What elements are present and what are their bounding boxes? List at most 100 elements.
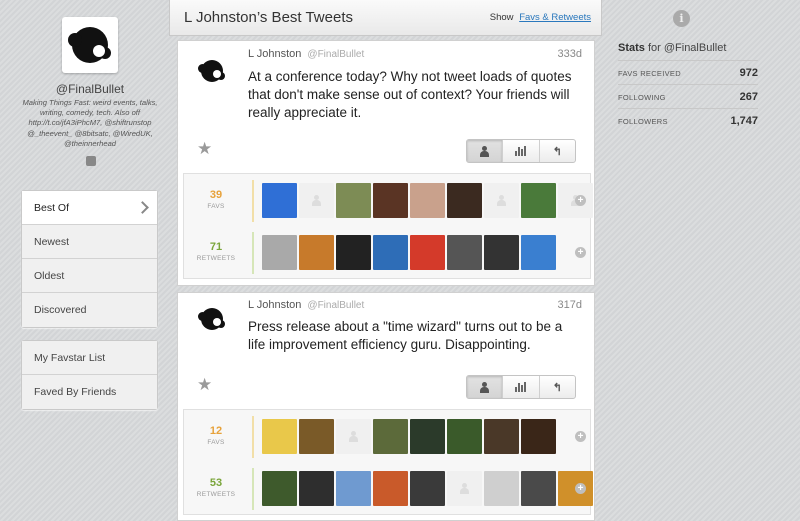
- user-avatar[interactable]: [410, 183, 445, 218]
- favs-count[interactable]: 39: [184, 189, 248, 201]
- main-column: L Johnston’s Best Tweets Show Favs & Ret…: [169, 0, 602, 521]
- user-avatar[interactable]: [336, 235, 371, 270]
- user-avatar[interactable]: [410, 235, 445, 270]
- person-icon: [480, 145, 490, 157]
- people-view-button[interactable]: [467, 140, 504, 162]
- user-avatar[interactable]: [521, 183, 556, 218]
- retweets-avatars: [262, 235, 556, 270]
- user-avatar[interactable]: [521, 419, 556, 454]
- user-avatar[interactable]: [262, 235, 297, 270]
- tweet-view-toggle: ↰: [466, 139, 576, 163]
- star-icon[interactable]: ★: [197, 139, 212, 159]
- favs-row: 39 FAVS +: [184, 176, 593, 226]
- favs-label: FAVS: [207, 203, 225, 210]
- chart-view-button[interactable]: [503, 376, 540, 398]
- nav-group-secondary: My Favstar List Faved By Friends: [21, 340, 158, 410]
- favs-divider: [252, 180, 254, 222]
- avatar-blob-icon: [198, 60, 225, 82]
- user-avatar[interactable]: [373, 183, 408, 218]
- user-avatar[interactable]: [410, 471, 445, 506]
- user-avatar-placeholder[interactable]: [299, 183, 334, 218]
- avatar-blob-icon: [68, 27, 111, 63]
- tweet-view-toggle: ↰: [466, 375, 576, 399]
- tweet-age[interactable]: 333d: [558, 48, 582, 60]
- stat-label: FOLLOWERS: [618, 117, 668, 126]
- user-avatar[interactable]: [299, 235, 334, 270]
- tweet-avatar[interactable]: [196, 303, 228, 335]
- plus-icon[interactable]: +: [575, 483, 586, 494]
- nav-item-newest[interactable]: Newest: [22, 225, 157, 259]
- chart-view-button[interactable]: [503, 140, 540, 162]
- user-avatar[interactable]: [521, 235, 556, 270]
- favs-label: FAVS: [207, 439, 225, 446]
- stats-title-suffix: for @FinalBullet: [647, 42, 727, 54]
- plus-icon[interactable]: +: [575, 431, 586, 442]
- nav-item-discovered[interactable]: Discovered: [22, 293, 157, 327]
- nav-item-label: Faved By Friends: [34, 386, 117, 398]
- star-icon[interactable]: ★: [197, 375, 212, 395]
- user-avatar[interactable]: [373, 235, 408, 270]
- tweet-engagement: 12 FAVS + 53 RETWEETS +: [183, 409, 593, 515]
- user-avatar[interactable]: [484, 235, 519, 270]
- nav-item-best-of[interactable]: Best Of: [22, 191, 157, 225]
- tweet-card: L Johnston @FinalBullet 317d Press releas…: [177, 292, 595, 521]
- user-avatar[interactable]: [299, 471, 334, 506]
- retweets-count[interactable]: 53: [184, 477, 248, 489]
- retweets-count[interactable]: 71: [184, 241, 248, 253]
- nav-group-main: Best Of Newest Oldest Discovered: [21, 190, 158, 328]
- user-avatar[interactable]: [262, 183, 297, 218]
- retweets-label: RETWEETS: [196, 255, 236, 262]
- profile-bio: Making Things Fast: weird events, talks,…: [22, 98, 158, 148]
- user-avatar[interactable]: [447, 235, 482, 270]
- favs-count[interactable]: 12: [184, 425, 248, 437]
- user-avatar[interactable]: [521, 471, 556, 506]
- retweets-divider: [252, 232, 254, 274]
- user-avatar-placeholder[interactable]: [336, 419, 371, 454]
- profile-avatar[interactable]: [62, 17, 118, 73]
- reply-button[interactable]: ↰: [540, 140, 575, 162]
- user-avatar[interactable]: [373, 419, 408, 454]
- user-avatar[interactable]: [410, 419, 445, 454]
- tweet-age[interactable]: 317d: [558, 299, 582, 311]
- reply-button[interactable]: ↰: [540, 376, 575, 398]
- user-avatar[interactable]: [447, 419, 482, 454]
- user-avatar[interactable]: [262, 419, 297, 454]
- show-favs-retweets-link[interactable]: Favs & Retweets: [519, 12, 591, 23]
- user-avatar-placeholder[interactable]: [484, 183, 519, 218]
- avatar-blob-icon: [198, 308, 225, 330]
- user-avatar[interactable]: [447, 183, 482, 218]
- nav-item-my-favstar-list[interactable]: My Favstar List: [22, 341, 157, 375]
- user-avatar[interactable]: [484, 419, 519, 454]
- info-icon[interactable]: i: [673, 10, 690, 27]
- bar-chart-icon: [515, 146, 527, 156]
- favs-avatars: [262, 419, 556, 454]
- tweet-text: At a conference today? Why not tweet loa…: [248, 69, 572, 120]
- stats-title-prefix: Stats: [618, 42, 645, 54]
- stat-favs-received: FAVS RECEIVED 972: [618, 60, 758, 85]
- nav-item-oldest[interactable]: Oldest: [22, 259, 157, 293]
- user-avatar[interactable]: [336, 471, 371, 506]
- user-avatar[interactable]: [336, 183, 371, 218]
- nav-item-faved-by-friends[interactable]: Faved By Friends: [22, 375, 157, 409]
- person-icon: [460, 483, 469, 494]
- people-view-button[interactable]: [467, 376, 504, 398]
- user-avatar-placeholder[interactable]: [447, 471, 482, 506]
- show-filter: Show Favs & Retweets: [490, 12, 591, 23]
- person-icon: [349, 431, 358, 442]
- nav-item-label: Best Of: [34, 202, 70, 214]
- tweet-author[interactable]: L Johnston @FinalBullet: [248, 48, 364, 60]
- plus-icon[interactable]: +: [575, 195, 586, 206]
- plus-icon[interactable]: +: [575, 247, 586, 258]
- user-avatar[interactable]: [262, 471, 297, 506]
- tweet-card: L Johnston @FinalBullet 333d At a confere…: [177, 40, 595, 286]
- user-avatar[interactable]: [299, 419, 334, 454]
- profile-handle[interactable]: @FinalBullet: [0, 82, 180, 96]
- nav-item-label: Newest: [34, 236, 70, 248]
- tweet-text: Press release about a "time wizard" turn…: [248, 319, 563, 352]
- tweet-avatar[interactable]: [196, 55, 228, 87]
- twitter-bird-icon[interactable]: [86, 156, 96, 166]
- retweets-label: RETWEETS: [196, 491, 236, 498]
- user-avatar[interactable]: [373, 471, 408, 506]
- user-avatar[interactable]: [484, 471, 519, 506]
- tweet-author[interactable]: L Johnston @FinalBullet: [248, 299, 364, 311]
